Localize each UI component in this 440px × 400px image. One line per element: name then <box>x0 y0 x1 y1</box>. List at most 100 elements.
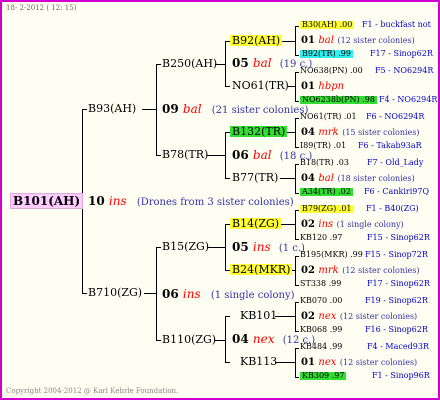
connector <box>295 164 299 165</box>
gen4-queen[interactable]: KB068 .99 <box>300 326 342 334</box>
gen4-queen[interactable]: B30(AH) .00 <box>300 21 355 29</box>
connector <box>295 72 299 73</box>
gen2-queen[interactable]: B110(ZG) <box>162 334 216 345</box>
connector <box>295 118 296 148</box>
gen4-queen[interactable]: I89(TR) .01 <box>300 142 346 150</box>
connector <box>225 224 226 271</box>
gen3-queen[interactable]: B14(ZG) <box>230 218 282 229</box>
connector <box>295 348 299 349</box>
connector <box>156 340 161 341</box>
connector <box>295 193 299 194</box>
drone-race: nex <box>318 311 337 322</box>
gen4-queen[interactable]: NO6238b(PN) .98 <box>300 96 377 104</box>
gen2-drone-line: 09 bal (21 sister colonies) <box>162 103 308 116</box>
gen2-queen[interactable]: B78(TR) <box>162 149 208 160</box>
connector <box>225 41 226 87</box>
gen4-code: F5 - NO6294R <box>375 66 434 75</box>
drone-note: (1 single colony) <box>210 290 295 301</box>
gen4-queen[interactable]: B195(MKR) .99 <box>300 251 363 259</box>
connector <box>156 247 157 341</box>
gen4-queen[interactable]: KB120 .97 <box>300 234 342 242</box>
connector <box>82 293 87 294</box>
drone-number: 05 <box>232 240 249 254</box>
connector <box>295 239 299 240</box>
gen1-drone-line: 10 ins (Drones from 3 sister colonies) <box>88 195 294 208</box>
gen4-queen[interactable]: A34(TR) .02 <box>300 188 353 196</box>
gen3-queen[interactable]: KB101 <box>240 310 277 321</box>
drone-number: 04 <box>301 127 315 138</box>
gen2-queen[interactable]: B250(AH) <box>162 58 217 69</box>
gen4-code: F6 - NO6294R <box>366 112 425 121</box>
gen4-code: F4 - NO6294R <box>379 95 438 104</box>
drone-number: 01 <box>301 35 315 46</box>
drone-race: bal <box>252 148 272 162</box>
connector <box>288 86 295 87</box>
connector <box>295 348 296 378</box>
gen4-queen[interactable]: NO61(TR) .01 <box>300 113 357 121</box>
drone-number: 04 <box>301 173 315 184</box>
gen4-code: F1 - B40(ZG) <box>366 204 419 213</box>
connector <box>82 109 87 110</box>
drone-note: (Drones from 3 sister colonies) <box>136 197 294 208</box>
gen3-queen[interactable]: B77(TR) <box>232 172 278 183</box>
gen2-queen[interactable]: B15(ZG) <box>162 241 209 252</box>
drone-note: (12 sister colonies) <box>342 266 420 275</box>
gen4-code: F6 - Cankiri97Q <box>364 187 429 196</box>
gen4-code: F15 - Sinop62R <box>367 233 430 242</box>
gen4-drone-line: 02 nex (12 sister colonies) <box>301 312 417 322</box>
gen4-drone-line: 02 ins (1 single colony) <box>301 220 404 230</box>
copyright: Copyright 2004-2012 @ Karl Kehrle Founda… <box>6 387 179 395</box>
connector <box>295 302 299 303</box>
connector <box>275 316 295 317</box>
connector <box>295 72 296 102</box>
connector <box>280 178 295 179</box>
gen4-code: F7 - Old_Lady <box>367 158 424 167</box>
gen3-queen[interactable]: B24(MKR) <box>230 264 293 275</box>
gen4-drone-line: 01 hbpn <box>301 82 344 92</box>
timestamp: 18- 2-2012 ( 12: 15) <box>6 4 77 12</box>
gen4-drone-line: 01 bal (12 sister colonies) <box>301 36 415 46</box>
gen4-queen[interactable]: B18(TR) .03 <box>300 159 349 167</box>
connector <box>225 316 226 363</box>
gen3-queen[interactable]: KB113 <box>240 356 277 367</box>
connector <box>295 118 299 119</box>
connector <box>295 256 296 286</box>
drone-race: bal <box>318 35 334 46</box>
gen4-drone-line: 01 nex (12 sister colonies) <box>301 358 417 368</box>
gen4-drone-line: 04 bal (18 sister colonies) <box>301 174 415 184</box>
gen4-queen[interactable]: ST338 .99 <box>300 280 341 288</box>
gen4-queen[interactable]: KB309 .97 <box>300 372 347 380</box>
gen4-code: F4 - Maced93R <box>367 342 429 351</box>
gen4-drone-line: 02 mrk (12 sister colonies) <box>301 266 420 276</box>
connector <box>144 293 156 294</box>
gen4-code: F15 - Sinop72R <box>365 250 428 259</box>
drone-race: bal <box>182 102 202 116</box>
gen3-queen[interactable]: NO61(TR) <box>232 80 289 91</box>
gen4-queen[interactable]: B79(ZG) .01 <box>300 205 354 213</box>
connector <box>275 362 295 363</box>
gen3-queen[interactable]: B92(AH) <box>230 35 283 46</box>
drone-race: ins <box>108 194 127 208</box>
gen3-queen[interactable]: B132(TR) <box>230 126 288 137</box>
gen4-queen[interactable]: B92(TR) .99 <box>300 50 353 58</box>
drone-number: 02 <box>301 265 315 276</box>
gen4-queen[interactable]: KB484 .99 <box>300 343 342 351</box>
connector <box>295 26 296 56</box>
connector <box>225 316 230 317</box>
drone-note: (1 single colony) <box>336 220 404 229</box>
drone-note: (12 sister colonies) <box>339 358 418 367</box>
gen4-queen[interactable]: NO638(PN) .00 <box>300 67 363 75</box>
connector <box>225 178 230 179</box>
gen4-queen[interactable]: KB070 .00 <box>300 297 342 305</box>
connector <box>156 64 161 65</box>
connector <box>295 331 299 332</box>
gen1-queen-upper[interactable]: B93(AH) <box>88 103 136 114</box>
gen3-drone-line: 05 ins (1 c.) <box>232 241 305 254</box>
gen4-code: F1 - Sinop96R <box>372 371 430 380</box>
gen4-code: F6 - Takab93aR <box>358 141 422 150</box>
root-queen[interactable]: B101(AH) <box>10 193 84 209</box>
connector <box>225 132 226 179</box>
connector <box>295 210 299 211</box>
gen1-queen-lower[interactable]: B710(ZG) <box>88 287 142 298</box>
connector <box>295 210 296 240</box>
